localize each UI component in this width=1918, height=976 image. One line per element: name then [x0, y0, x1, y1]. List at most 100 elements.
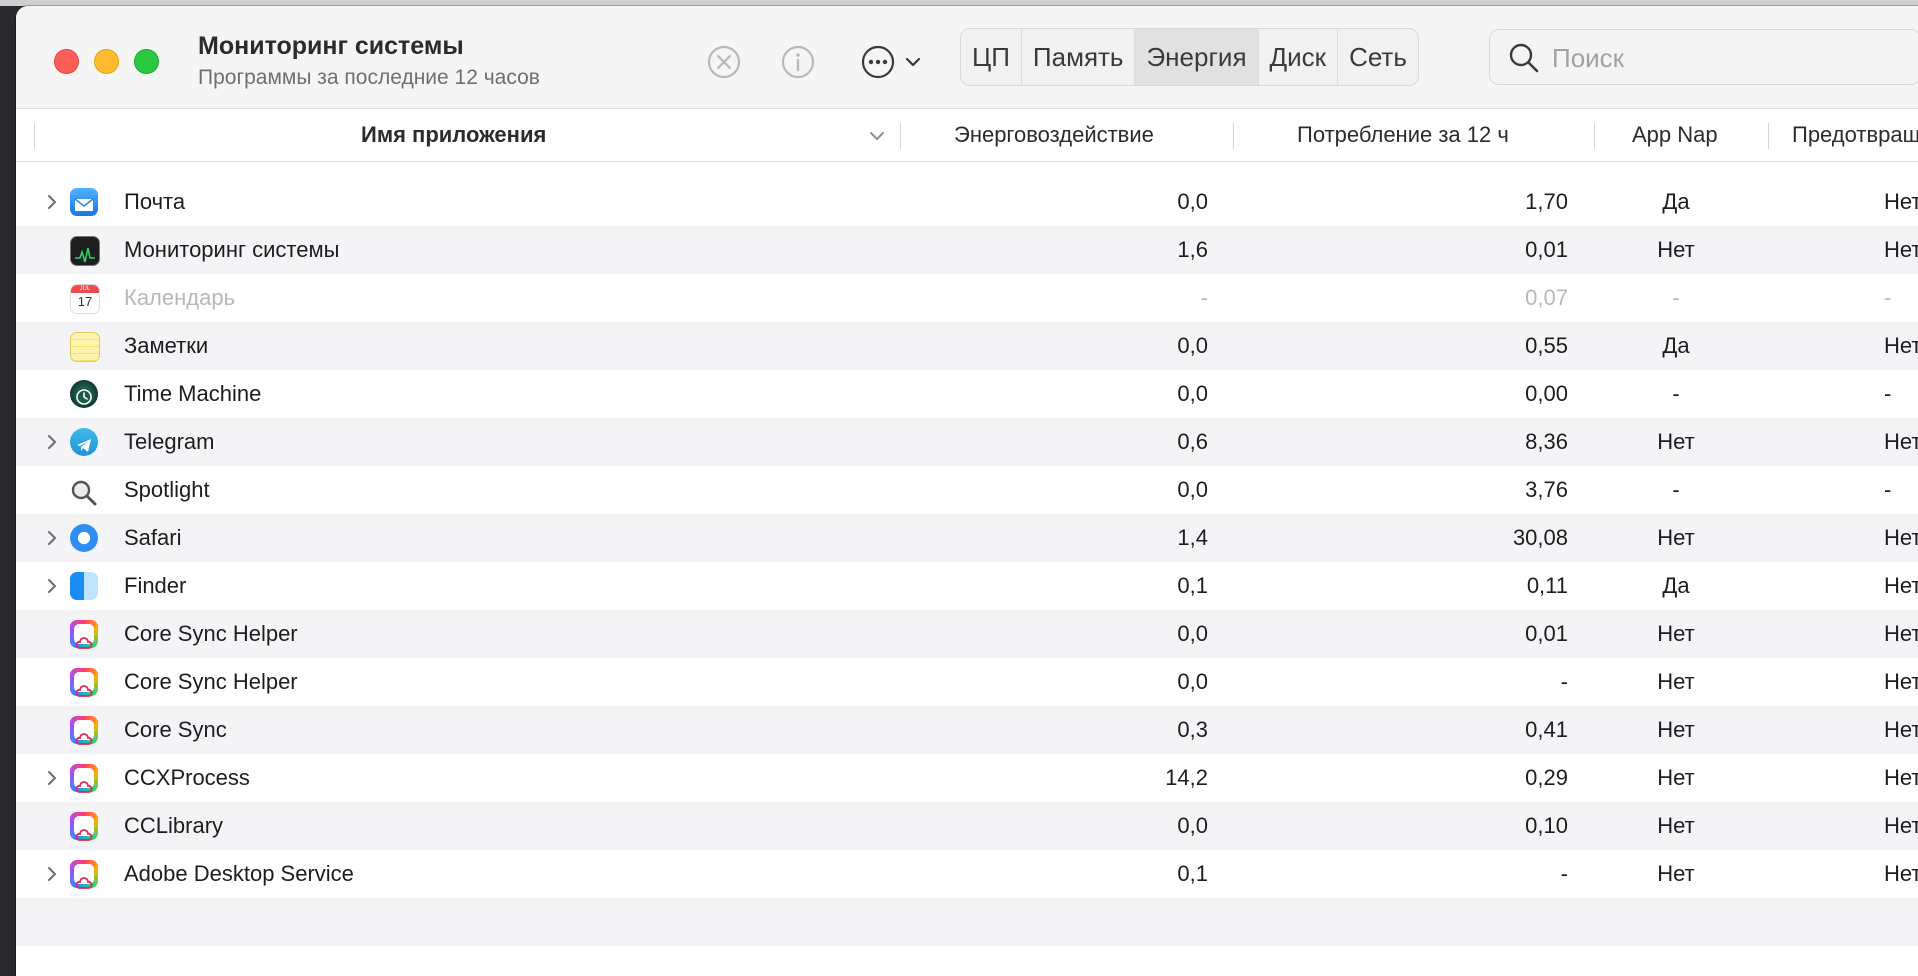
energy-usage-value: 0,10 — [1525, 813, 1568, 838]
table-row[interactable]: Почта 0,0 1,70 Да Нет — [16, 178, 1918, 226]
prevent-sleep-value: Нет — [1884, 189, 1918, 214]
table-row[interactable]: JUL 17 Календарь - 0,07 - - — [16, 274, 1918, 322]
process-name: Core Sync Helper — [124, 621, 298, 646]
table-row[interactable]: Finder 0,1 0,11 Да Нет — [16, 562, 1918, 610]
disclosure-chevron-icon[interactable] — [44, 530, 60, 546]
activity-monitor-window: Мониторинг системы Программы за последни… — [16, 6, 1918, 976]
column-divider — [1594, 123, 1595, 149]
process-name: Telegram — [124, 429, 215, 454]
sort-chevron-icon[interactable] — [868, 127, 886, 145]
disclosure-chevron-icon[interactable] — [44, 866, 60, 882]
search-field[interactable] — [1489, 29, 1918, 85]
tab-disk[interactable]: Диск — [1259, 29, 1339, 85]
disclosure-chevron-icon[interactable] — [44, 578, 60, 594]
prevent-sleep-value: Нет — [1884, 669, 1918, 694]
window-subtitle: Программы за последние 12 часов — [198, 66, 540, 89]
app-nap-value: - — [1672, 477, 1680, 502]
prevent-sleep-value: Нет — [1884, 333, 1918, 358]
table-row[interactable]: CCXProcess 14,2 0,29 Нет Нет — [16, 754, 1918, 802]
disclosure-chevron-icon[interactable] — [44, 434, 60, 450]
prevent-sleep-value: Нет — [1884, 525, 1918, 550]
stop-process-icon[interactable] — [706, 44, 742, 80]
energy-usage-value: 3,76 — [1525, 477, 1568, 502]
tab-cpu[interactable]: ЦП — [961, 29, 1022, 85]
process-name: Time Machine — [124, 381, 262, 406]
table-row[interactable]: Core Sync Helper 0,0 0,01 Нет Нет — [16, 610, 1918, 658]
tab-energy[interactable]: Энергия — [1135, 29, 1259, 85]
energy-usage-value: 0,00 — [1525, 381, 1568, 406]
table-row[interactable]: Мониторинг системы 1,6 0,01 Нет Нет — [16, 226, 1918, 274]
column-header-energy[interactable]: Энерговоздействие — [954, 109, 1154, 161]
column-divider — [34, 123, 35, 149]
energy-usage-value: 1,70 — [1525, 189, 1568, 214]
spotlight-icon — [70, 476, 98, 506]
column-header-appnap[interactable]: App Nap — [1632, 109, 1718, 161]
prevent-sleep-value: Нет — [1884, 621, 1918, 646]
process-name: CCLibrary — [124, 813, 224, 838]
activity-monitor-icon — [70, 236, 100, 266]
tab-memory[interactable]: Память — [1022, 29, 1136, 85]
app-nap-value: - — [1672, 285, 1680, 310]
column-header-name[interactable]: Имя приложения — [361, 109, 546, 161]
energy-impact-value: 0,0 — [1177, 813, 1208, 838]
minimize-window-button[interactable] — [94, 49, 119, 74]
prevent-sleep-value: - — [1884, 285, 1892, 310]
energy-usage-value: - — [1560, 669, 1568, 694]
energy-impact-value: 14,2 — [1165, 765, 1208, 790]
column-divider — [1233, 123, 1234, 149]
table-row[interactable]: Core Sync Helper 0,0 - Нет Нет — [16, 658, 1918, 706]
process-name: Календарь — [124, 285, 236, 310]
column-header-usage[interactable]: Потребление за 12 ч — [1297, 109, 1509, 161]
tab-network[interactable]: Сеть — [1338, 29, 1418, 85]
prevent-sleep-value: Нет — [1884, 573, 1918, 598]
creative-cloud-icon — [70, 620, 98, 649]
zoom-window-button[interactable] — [134, 49, 159, 74]
table-row[interactable]: CCLibrary 0,0 0,10 Нет Нет — [16, 802, 1918, 850]
app-nap-value: Нет — [1657, 621, 1695, 646]
table-row[interactable]: Core Sync 0,3 0,41 Нет Нет — [16, 706, 1918, 754]
table-row[interactable]: Заметки 0,0 0,55 Да Нет — [16, 322, 1918, 370]
mail-icon — [70, 188, 98, 216]
energy-impact-value: 0,1 — [1177, 861, 1208, 886]
calendar-icon: JUL 17 — [70, 284, 100, 314]
process-name: CCXProcess — [124, 765, 250, 790]
more-options-button[interactable] — [860, 44, 930, 80]
table-row[interactable]: Telegram 0,6 8,36 Нет Нет — [16, 418, 1918, 466]
app-nap-value: Нет — [1657, 669, 1695, 694]
close-window-button[interactable] — [54, 49, 79, 74]
time-machine-icon — [70, 380, 98, 408]
disclosure-chevron-icon[interactable] — [44, 770, 60, 786]
prevent-sleep-value: Нет — [1884, 765, 1918, 790]
table-row[interactable]: Time Machine 0,0 0,00 - - — [16, 370, 1918, 418]
prevent-sleep-value: Нет — [1884, 717, 1918, 742]
energy-usage-value: 0,01 — [1525, 621, 1568, 646]
energy-usage-value: 0,55 — [1525, 333, 1568, 358]
info-icon[interactable] — [780, 44, 816, 80]
app-nap-value: Нет — [1657, 237, 1695, 262]
column-header-prevent-sleep[interactable]: Предотвращ — [1792, 109, 1918, 161]
column-divider — [900, 123, 901, 149]
app-nap-value: Нет — [1657, 525, 1695, 550]
process-name: Spotlight — [124, 477, 210, 502]
energy-impact-value: 0,6 — [1177, 429, 1208, 454]
app-nap-value: Да — [1662, 189, 1690, 214]
energy-impact-value: - — [1200, 285, 1208, 310]
energy-impact-value: 0,0 — [1177, 621, 1208, 646]
table-row[interactable]: Adobe Desktop Service 0,1 - Нет Нет — [16, 850, 1918, 898]
creative-cloud-icon — [70, 812, 98, 841]
table-row[interactable]: Safari 1,4 30,08 Нет Нет — [16, 514, 1918, 562]
app-nap-value: - — [1672, 381, 1680, 406]
energy-usage-value: 0,41 — [1525, 717, 1568, 742]
energy-usage-value: - — [1560, 861, 1568, 886]
app-nap-value: Нет — [1657, 765, 1695, 790]
search-input[interactable] — [1550, 38, 1914, 78]
telegram-icon — [70, 428, 98, 456]
table-row[interactable]: Spotlight 0,0 3,76 - - — [16, 466, 1918, 514]
energy-usage-value: 0,01 — [1525, 237, 1568, 262]
disclosure-chevron-icon[interactable] — [44, 194, 60, 210]
prevent-sleep-value: Нет — [1884, 813, 1918, 838]
process-name: Finder — [124, 573, 187, 598]
search-icon — [1509, 43, 1539, 73]
prevent-sleep-value: - — [1884, 381, 1892, 406]
energy-impact-value: 0,1 — [1177, 573, 1208, 598]
